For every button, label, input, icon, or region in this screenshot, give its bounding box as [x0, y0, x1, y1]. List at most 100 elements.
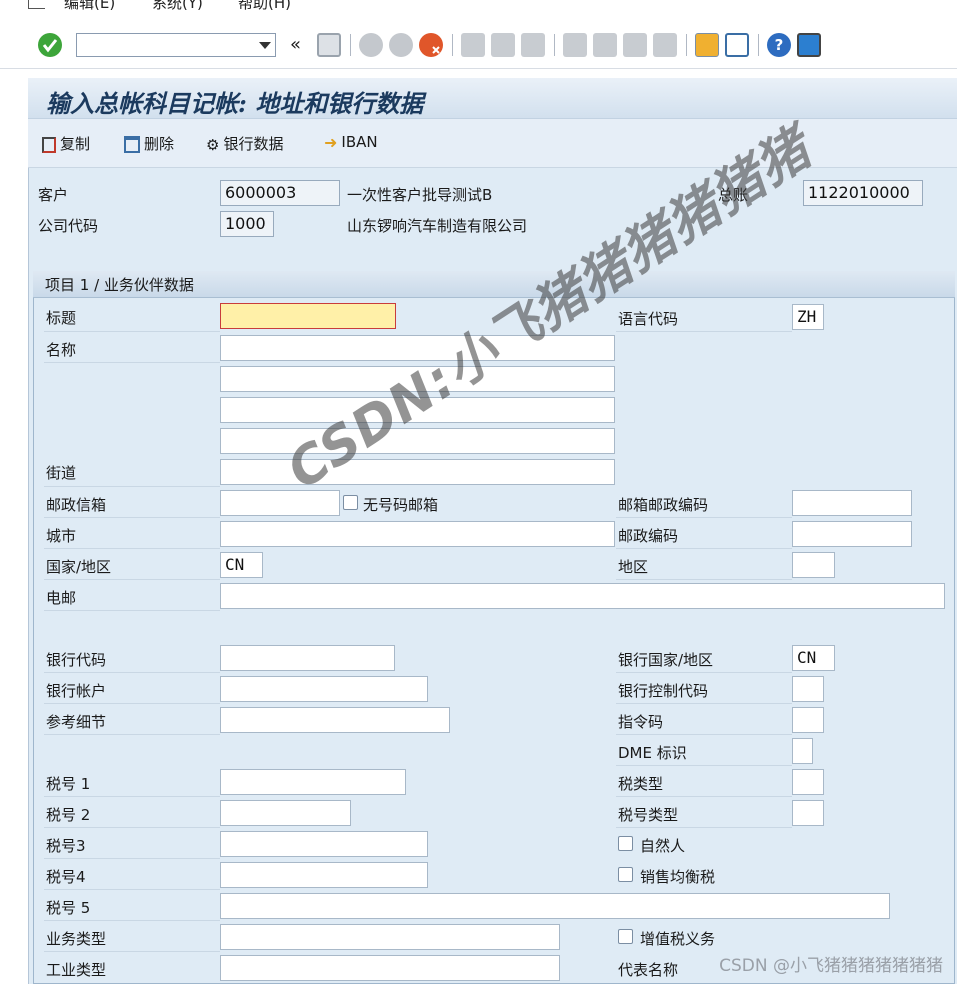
new-session-icon[interactable] — [695, 33, 719, 57]
label-tax3: 税号3 — [46, 837, 86, 855]
prev-page-icon[interactable] — [593, 33, 617, 57]
find-icon[interactable] — [491, 33, 515, 57]
next-page-icon[interactable] — [623, 33, 647, 57]
last-page-icon[interactable] — [653, 33, 677, 57]
menu-edit[interactable]: 编辑(E) — [64, 0, 115, 13]
shortcut-icon[interactable] — [725, 33, 749, 57]
country-input[interactable]: CN — [220, 552, 263, 578]
bank-data-button[interactable]: ⚙ 银行数据 — [206, 133, 283, 155]
first-page-icon[interactable] — [563, 33, 587, 57]
delete-button[interactable]: 删除 — [124, 133, 174, 155]
business-type-input[interactable] — [220, 924, 560, 950]
label-pobox-postal: 邮箱邮政编码 — [618, 496, 709, 514]
back-icon[interactable] — [359, 33, 383, 57]
industry-type-input[interactable] — [220, 955, 560, 981]
exit-icon[interactable] — [389, 33, 413, 57]
bank-key-input[interactable] — [220, 645, 395, 671]
label-representative-name: 代表名称 — [618, 961, 679, 979]
tax5-input[interactable] — [220, 893, 890, 919]
dme-input[interactable] — [792, 738, 813, 764]
sales-equalization-tax-checkbox[interactable] — [618, 867, 633, 882]
tax-number-type-input[interactable] — [792, 800, 824, 826]
label-underline — [616, 579, 792, 580]
street-input[interactable] — [220, 459, 615, 485]
label-underline — [616, 517, 792, 518]
cancel-icon[interactable] — [419, 33, 443, 57]
iban-button[interactable]: ➜ IBAN — [324, 133, 378, 155]
application-toolbar: 复制 删除 ⚙ 银行数据 ➜ IBAN — [28, 119, 957, 168]
company-description: 山东锣响汽车制造有限公司 — [347, 217, 528, 235]
tax-type-input[interactable] — [792, 769, 824, 795]
label-no-number-pobox: 无号码邮箱 — [363, 496, 439, 514]
menu-system[interactable]: 系统(Y) — [152, 0, 203, 13]
label-underline — [44, 889, 220, 890]
company-code-field[interactable]: 1000 — [220, 211, 274, 237]
label-underline — [44, 796, 220, 797]
reference-input[interactable] — [220, 707, 450, 733]
label-underline — [44, 331, 220, 332]
print-icon[interactable] — [461, 33, 485, 57]
natural-person-checkbox[interactable] — [618, 836, 633, 851]
label-dme: DME 标识 — [618, 744, 687, 762]
tax1-input[interactable] — [220, 769, 406, 795]
help-icon[interactable]: ? — [767, 33, 791, 57]
region-input[interactable] — [792, 552, 835, 578]
label-underline — [616, 796, 792, 797]
page-title: 输入总帐科目记帐: 地址和银行数据 — [46, 89, 424, 118]
tax3-input[interactable] — [220, 831, 428, 857]
label-underline — [44, 486, 220, 487]
customer-description: 一次性客户批导测试B — [347, 186, 493, 204]
vat-liable-checkbox[interactable] — [618, 929, 633, 944]
label-tax2: 税号 2 — [46, 806, 91, 824]
bank-control-input[interactable] — [792, 676, 824, 702]
find-next-icon[interactable] — [521, 33, 545, 57]
email-input[interactable] — [220, 583, 945, 609]
label-instruction-key: 指令码 — [618, 713, 664, 731]
label-underline — [44, 703, 220, 704]
title-input[interactable] — [220, 303, 396, 329]
tax4-input[interactable] — [220, 862, 428, 888]
label-language: 语言代码 — [618, 310, 679, 328]
pobox-postal-input[interactable] — [792, 490, 912, 516]
title-bar: 输入总帐科目记帐: 地址和银行数据 — [28, 78, 957, 119]
bank-country-input[interactable]: CN — [792, 645, 835, 671]
label-sales-equalization-tax: 销售均衡税 — [640, 868, 716, 886]
label-underline — [616, 765, 792, 766]
label-tax-type: 税类型 — [618, 775, 664, 793]
menu-help[interactable]: 帮助(H) — [238, 0, 291, 13]
label-underline — [44, 517, 220, 518]
label-underline — [44, 548, 220, 549]
label-underline — [616, 331, 792, 332]
gl-account-field[interactable]: 1122010000 — [803, 180, 923, 206]
label-email: 电邮 — [46, 589, 77, 607]
layout-menu-icon[interactable] — [797, 33, 821, 57]
customer-field[interactable]: 6000003 — [220, 180, 340, 206]
label-city: 城市 — [46, 527, 77, 545]
enter-check-icon[interactable] — [38, 33, 62, 57]
postal-code-input[interactable] — [792, 521, 912, 547]
label-postal-code: 邮政编码 — [618, 527, 679, 545]
bank-account-input[interactable] — [220, 676, 428, 702]
tax2-input[interactable] — [220, 800, 351, 826]
save-icon[interactable] — [317, 33, 341, 57]
history-icon[interactable]: « — [290, 34, 301, 55]
instruction-key-input[interactable] — [792, 707, 824, 733]
label-underline — [44, 362, 220, 363]
label-country: 国家/地区 — [46, 558, 112, 576]
command-field[interactable] — [76, 33, 276, 57]
label-underline — [44, 827, 220, 828]
no-number-pobox-checkbox[interactable] — [343, 495, 358, 510]
toolbar-separator — [350, 34, 351, 56]
customer-label: 客户 — [38, 186, 69, 204]
label-tax5: 税号 5 — [46, 899, 91, 917]
language-input[interactable]: ZH — [792, 304, 824, 330]
city-input[interactable] — [220, 521, 615, 547]
copy-icon — [42, 136, 56, 153]
label-tax1: 税号 1 — [46, 775, 91, 793]
label-tax4: 税号4 — [46, 868, 86, 886]
chevron-down-icon[interactable] — [259, 42, 271, 49]
copy-button[interactable]: 复制 — [42, 133, 90, 155]
label-tax-number-type: 税号类型 — [618, 806, 679, 824]
label-bank-account: 银行帐户 — [46, 682, 107, 700]
menu-doc-icon[interactable] — [28, 0, 45, 9]
